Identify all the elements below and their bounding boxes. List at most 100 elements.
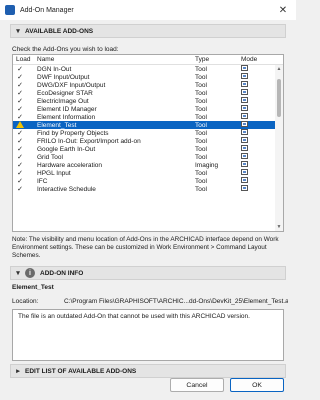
table-row[interactable]: ✓ HPGL Input Tool <box>13 169 283 177</box>
addon-type-cell: Tool <box>195 169 207 177</box>
title-bar: Add-On Manager ✕ <box>0 0 296 20</box>
mode-icon <box>241 121 248 127</box>
table-row[interactable]: ✓ Hardware acceleration Imaging <box>13 161 283 169</box>
table-row[interactable]: ✓ ElectricImage Out Tool <box>13 97 283 105</box>
close-icon[interactable]: ✕ <box>270 0 296 20</box>
mode-cell <box>239 177 275 185</box>
mode-cell <box>239 89 275 97</box>
mode-cell <box>239 81 275 89</box>
mode-cell <box>239 121 275 129</box>
load-checkbox[interactable]: ✓ <box>13 89 35 97</box>
table-row[interactable]: ✓ Element ID Manager Tool <box>13 105 283 113</box>
mode-cell <box>239 153 275 161</box>
load-checkbox[interactable]: ✓ <box>13 105 35 113</box>
mode-cell <box>239 169 275 177</box>
mode-icon <box>241 169 248 175</box>
addon-info-header[interactable]: ▾ i ADD-ON INFO <box>10 266 286 280</box>
addon-name-cell: DWG/DXF Input/Output <box>37 81 106 89</box>
addon-name-cell: Hardware acceleration <box>37 161 103 169</box>
checkmark-icon: ✓ <box>17 90 23 97</box>
mode-cell <box>239 137 275 145</box>
addon-type-cell: Tool <box>195 137 207 145</box>
table-row[interactable]: ✓ EcoDesigner STAR Tool <box>13 89 283 97</box>
load-checkbox[interactable]: ✓ <box>13 161 35 169</box>
mode-icon <box>241 89 248 95</box>
column-header-mode[interactable]: Mode <box>239 56 275 63</box>
column-header-name[interactable]: Name <box>35 56 193 63</box>
table-row[interactable]: ✓ FRILO In-Out: Export/Import add-on Tool <box>13 137 283 145</box>
table-row[interactable]: ✓ Element Information Tool <box>13 113 283 121</box>
mode-cell <box>239 97 275 105</box>
edit-list-title: EDIT LIST OF AVAILABLE ADD-ONS <box>25 367 137 375</box>
load-checkbox[interactable]: ✓ <box>13 145 35 153</box>
addon-name-cell: HPGL Input <box>37 169 71 177</box>
scroll-down-icon[interactable]: ▼ <box>275 223 283 231</box>
table-row[interactable]: ✓ Google Earth In-Out Tool <box>13 145 283 153</box>
load-checkbox[interactable]: ✓ <box>13 153 35 161</box>
addon-type-cell: Tool <box>195 153 207 161</box>
load-checkbox[interactable]: ✓ <box>13 137 35 145</box>
addon-message-box: The file is an outdated Add-On that cann… <box>12 309 284 361</box>
addon-type-cell: Tool <box>195 145 207 153</box>
checkmark-icon: ✓ <box>17 154 23 161</box>
mode-cell <box>239 129 275 137</box>
load-checkbox[interactable]: ✓ <box>13 177 35 185</box>
mode-cell <box>239 161 275 169</box>
warning-icon <box>16 120 24 128</box>
mode-icon <box>241 153 248 159</box>
addon-info-title: ADD-ON INFO <box>40 269 84 277</box>
addon-name-cell: IFC <box>37 177 48 185</box>
table-row[interactable]: ✓ DWG/DXF Input/Output Tool <box>13 81 283 89</box>
table-row[interactable]: ✓ Find by Property Objects Tool <box>13 129 283 137</box>
addon-type-cell: Imaging <box>195 161 219 169</box>
checkmark-icon: ✓ <box>17 130 23 137</box>
mode-cell <box>239 185 275 193</box>
mode-icon <box>241 129 248 135</box>
scroll-up-icon[interactable]: ▲ <box>275 65 283 73</box>
edit-list-header[interactable]: ▸ EDIT LIST OF AVAILABLE ADD-ONS <box>10 364 286 378</box>
load-checkbox[interactable]: ✓ <box>13 81 35 89</box>
ok-button[interactable]: OK <box>230 378 284 392</box>
table-row[interactable]: ✓ DWF Input/Output Tool <box>13 73 283 81</box>
addon-type-cell: Tool <box>195 89 207 97</box>
chevron-down-icon: ▾ <box>16 28 20 35</box>
table-row[interactable]: ✓ DGN In-Out Tool <box>13 65 283 73</box>
mode-icon <box>241 65 248 71</box>
info-icon: i <box>25 268 35 278</box>
addon-type-cell: Tool <box>195 185 207 193</box>
checkmark-icon: ✓ <box>17 106 23 113</box>
load-checkbox[interactable]: ✓ <box>13 185 35 193</box>
mode-cell <box>239 65 275 73</box>
available-addons-header[interactable]: ▾ AVAILABLE ADD-ONS <box>10 24 286 38</box>
addon-name-cell: FRILO In-Out: Export/Import add-on <box>37 137 141 145</box>
load-checkbox[interactable]: ✓ <box>13 65 35 73</box>
scroll-thumb[interactable] <box>277 79 281 117</box>
addons-table: Load Name Type Mode ✓ DGN In-Out Tool ✓ DWF … <box>12 54 284 232</box>
mode-cell <box>239 73 275 81</box>
load-checkbox[interactable]: ✓ <box>13 169 35 177</box>
visibility-note: Note: The visibility and menu location o… <box>12 236 279 259</box>
load-checkbox[interactable]: ✓ <box>13 73 35 81</box>
checkmark-icon: ✓ <box>17 162 23 169</box>
mode-icon <box>241 185 248 191</box>
table-row[interactable]: ✓ IFC Tool <box>13 177 283 185</box>
table-row[interactable]: ✓ Interactive Schedule Tool <box>13 185 283 193</box>
mode-icon <box>241 113 248 119</box>
app-icon <box>5 5 15 15</box>
checkmark-icon: ✓ <box>17 74 23 81</box>
checkmark-icon: ✓ <box>17 66 23 73</box>
mode-cell <box>239 113 275 121</box>
checkmark-icon: ✓ <box>17 98 23 105</box>
table-row[interactable]: Element_Test Tool <box>13 120 283 129</box>
vertical-scrollbar[interactable]: ▲ ▼ <box>275 65 283 231</box>
addon-type-cell: Tool <box>195 81 207 89</box>
load-checkbox[interactable]: ✓ <box>13 97 35 105</box>
addon-type-cell: Tool <box>195 121 207 129</box>
table-row[interactable]: ✓ Grid Tool Tool <box>13 153 283 161</box>
column-header-load[interactable]: Load <box>13 56 35 63</box>
mode-icon <box>241 161 248 167</box>
column-header-type[interactable]: Type <box>193 56 239 63</box>
load-checkbox[interactable]: ✓ <box>13 129 35 137</box>
cancel-button[interactable]: Cancel <box>170 378 224 392</box>
addon-type-cell: Tool <box>195 105 207 113</box>
